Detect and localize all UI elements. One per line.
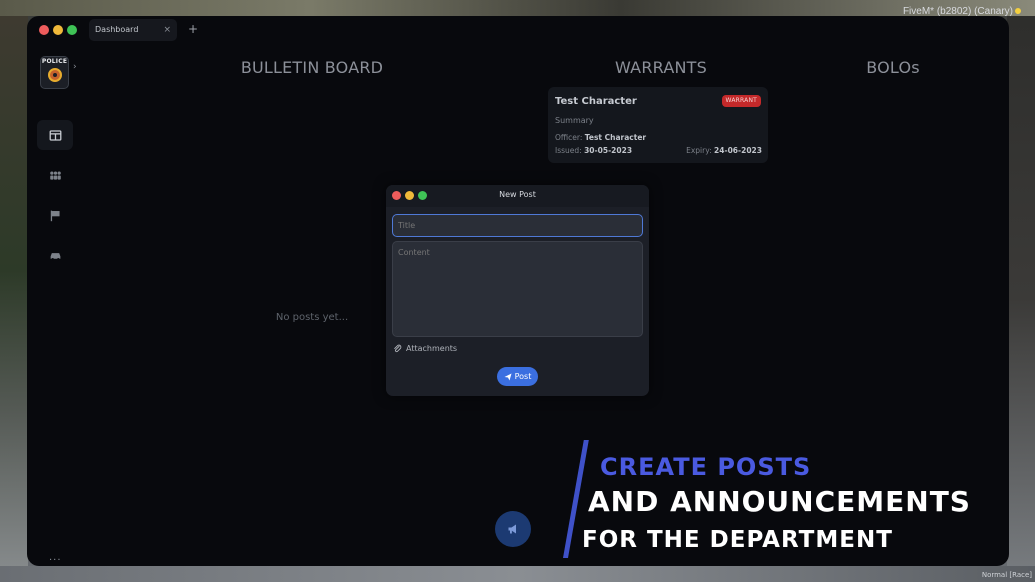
officer-label: Officer: xyxy=(555,133,583,142)
game-background-bottom xyxy=(0,566,1035,582)
officer-name: Test Character xyxy=(584,133,647,142)
issued-label: Issued: xyxy=(555,146,582,155)
corner-tag: Normal [Race] xyxy=(981,571,1032,579)
game-background-left xyxy=(0,16,28,582)
post-title-input[interactable] xyxy=(392,214,643,237)
warrant-badge: WARRANT xyxy=(721,95,761,107)
post-button[interactable]: Post xyxy=(497,367,538,386)
status-dot-icon xyxy=(1015,8,1021,14)
sidebar-item-dashboard[interactable] xyxy=(37,120,73,150)
car-icon xyxy=(50,252,60,260)
mdt-window: Dashboard × + POLICE › ... BULLETIN BOAR… xyxy=(27,16,1009,566)
attachments-label: Attachments xyxy=(406,344,458,353)
sidebar-item-people[interactable] xyxy=(37,160,73,190)
logo-text: POLICE xyxy=(41,58,68,65)
tab-close-icon[interactable]: × xyxy=(163,19,171,41)
warrant-expiry: Expiry: 24-06-2023 xyxy=(686,146,762,155)
new-post-modal: New Post Attachments Post xyxy=(386,185,649,396)
police-logo: POLICE xyxy=(40,56,69,89)
warrants-title: WARRANTS xyxy=(615,58,707,77)
no-posts-message: No posts yet... xyxy=(275,312,349,323)
window-close-button[interactable] xyxy=(39,25,49,35)
expiry-date: 24-06-2023 xyxy=(714,146,762,155)
modal-title: New Post xyxy=(499,190,536,199)
issued-date: 30-05-2023 xyxy=(584,146,633,155)
warrant-officer: Officer: Test Character xyxy=(555,133,646,142)
warrant-card[interactable]: Test Character WARRANT Summary Officer: … xyxy=(548,87,768,163)
post-content-textarea[interactable] xyxy=(392,241,643,337)
people-icon xyxy=(49,170,61,180)
flag-icon xyxy=(50,210,60,221)
bolos-title: BOLOs xyxy=(866,58,920,77)
more-options-icon[interactable]: ... xyxy=(49,552,62,563)
game-background-top xyxy=(0,0,1035,16)
dashboard-icon xyxy=(49,129,61,141)
sidebar-toggle-icon[interactable]: › xyxy=(73,62,77,72)
attachments-button[interactable]: Attachments xyxy=(393,344,457,353)
sidebar-item-flags[interactable] xyxy=(37,200,73,230)
promo-line-2: AND ANNOUNCEMENTS xyxy=(588,485,971,518)
window-maximize-button[interactable] xyxy=(67,25,77,35)
game-background-right xyxy=(1007,16,1035,582)
promo-line-1: CREATE POSTS xyxy=(600,453,812,481)
modal-header: New Post xyxy=(386,185,649,207)
sidebar: POLICE › ... xyxy=(27,44,83,566)
warrant-character-name: Test Character xyxy=(555,96,637,107)
post-button-label: Post xyxy=(514,372,532,381)
paperclip-icon xyxy=(394,344,402,353)
new-tab-button[interactable]: + xyxy=(188,22,198,36)
megaphone-icon xyxy=(508,524,516,534)
badge-icon xyxy=(48,68,62,82)
tab-label: Dashboard xyxy=(95,25,139,34)
window-minimize-button[interactable] xyxy=(53,25,63,35)
bulletin-board-title: BULLETIN BOARD xyxy=(240,58,384,77)
send-icon xyxy=(504,373,512,380)
warrant-issued: Issued: 30-05-2023 xyxy=(555,146,632,155)
tab-dashboard[interactable]: Dashboard × xyxy=(89,19,177,41)
sidebar-item-vehicles[interactable] xyxy=(37,240,73,270)
promo-line-3: FOR THE DEPARTMENT xyxy=(582,527,893,553)
new-announcement-button[interactable] xyxy=(495,511,531,547)
expiry-label: Expiry: xyxy=(686,146,712,155)
warrant-summary: Summary xyxy=(555,116,594,125)
tab-bar: Dashboard × + xyxy=(27,16,1009,44)
